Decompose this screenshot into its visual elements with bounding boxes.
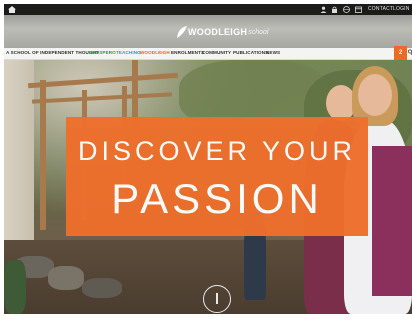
logo-suffix: school [248, 28, 269, 36]
rock [82, 278, 122, 298]
site-header: WOODLEIGH school [4, 15, 412, 48]
contact-link[interactable]: CONTACT [368, 6, 393, 12]
login-link[interactable]: LOGIN [393, 6, 410, 12]
student-jacket [372, 146, 412, 296]
nav-item-prospero[interactable]: PROSPERO [89, 50, 116, 55]
logo-name: WOODLEIGH [188, 27, 248, 37]
student-face [358, 74, 392, 116]
building-wall [4, 60, 34, 260]
home-icon[interactable] [8, 6, 16, 13]
page: CONTACT LOGIN WOODLEIGH school A SCHOOL … [0, 0, 412, 323]
scroll-tick [216, 293, 218, 304]
hero-heading-line1: DISCOVER YOUR [77, 136, 357, 166]
hero-heading-line2: PASSION [111, 175, 323, 222]
shrub [4, 260, 26, 314]
rock [48, 266, 84, 290]
user-icon[interactable] [320, 6, 327, 13]
scroll-down-icon[interactable] [203, 285, 231, 313]
nav-tagline: A SCHOOL OF INDEPENDENT THOUGHT [6, 50, 99, 55]
nav-item-enrolments[interactable]: ENROLMENTS [171, 50, 204, 55]
globe-icon[interactable] [343, 6, 350, 13]
browser-viewport: CONTACT LOGIN WOODLEIGH school A SCHOOL … [4, 4, 412, 314]
nav-item-community[interactable]: COMMUNITY [202, 50, 231, 55]
nav-item-news[interactable]: NEWS [266, 50, 280, 55]
utility-bar: CONTACT LOGIN [4, 4, 412, 15]
pergola-beam [31, 92, 173, 104]
hero-banner: DISCOVER YOUR PASSION [66, 117, 368, 236]
main-nav: A SCHOOL OF INDEPENDENT THOUGHT PROSPERO… [4, 48, 412, 60]
pergola-beam [28, 72, 178, 89]
notification-badge[interactable]: 2 [394, 46, 407, 60]
lock-icon[interactable] [331, 6, 338, 13]
search-icon[interactable] [408, 49, 412, 56]
nav-item-teaching[interactable]: TEACHING [116, 50, 141, 55]
school-logo[interactable]: WOODLEIGH school [176, 24, 268, 40]
leaf-icon [177, 26, 187, 38]
nav-item-woodleigh[interactable]: WOODLEIGH [140, 50, 170, 55]
nav-item-publications[interactable]: PUBLICATIONS [233, 50, 268, 55]
calendar-icon[interactable] [355, 6, 362, 13]
